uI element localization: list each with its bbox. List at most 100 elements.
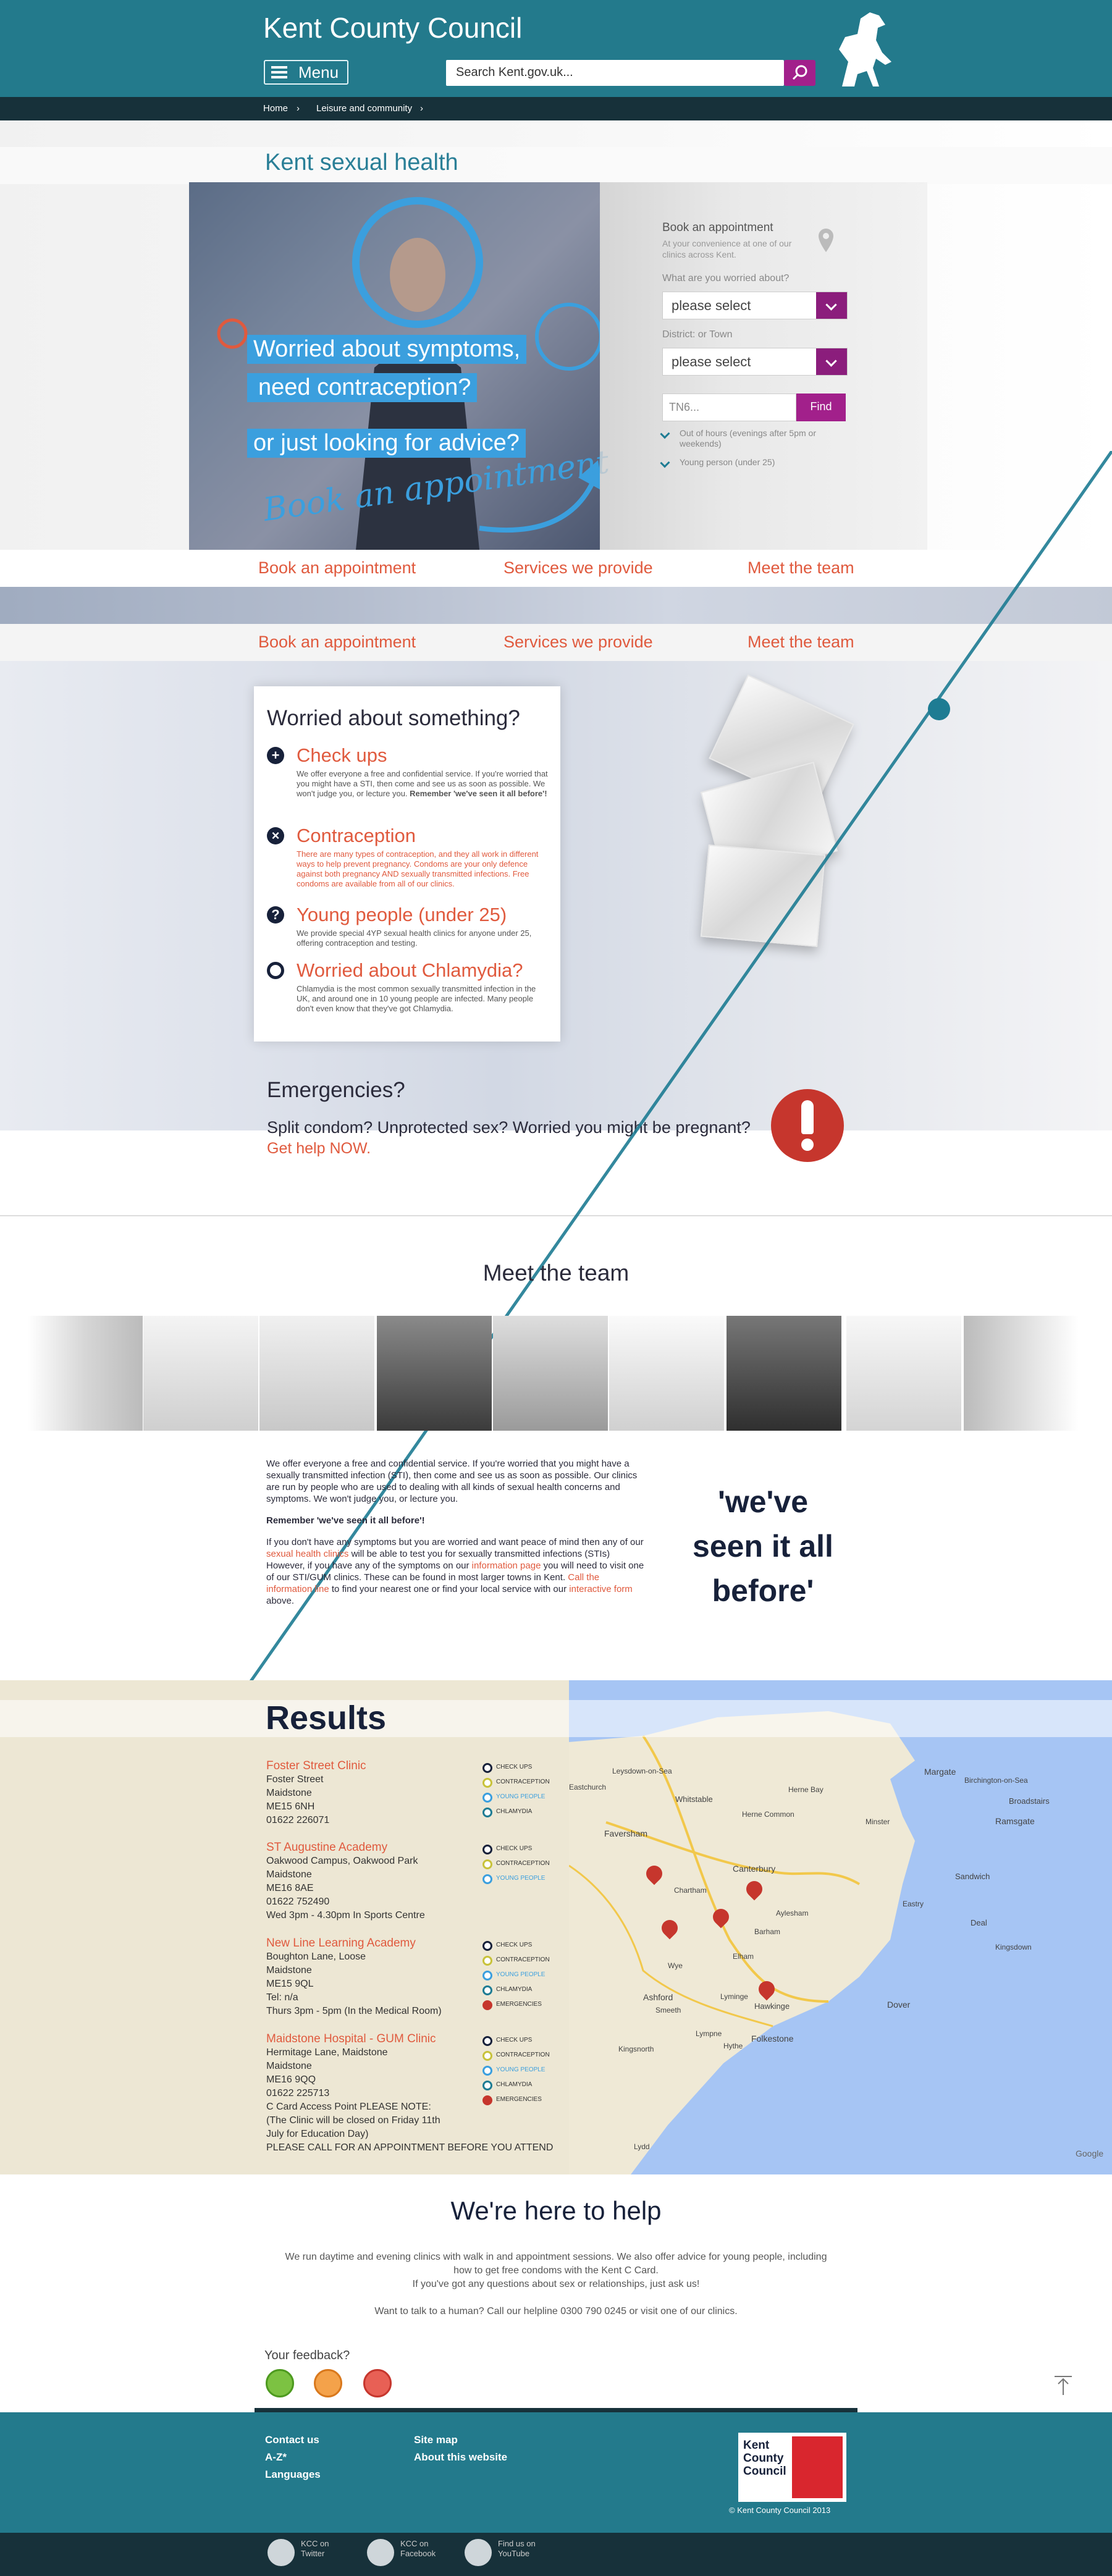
team-member-photo[interactable] xyxy=(143,1316,258,1431)
booking-subtitle: At your convenience at one of our clinic… xyxy=(662,238,792,259)
map-label: Canterbury xyxy=(733,1864,776,1874)
help-text: how to get free condoms with the Kent C … xyxy=(453,2265,659,2276)
hero-band xyxy=(0,147,1112,184)
map-label: Kingsdown xyxy=(995,1943,1032,1951)
clinic-name[interactable]: New Line Learning Academy xyxy=(266,1937,489,1950)
service-tag: CHECK UPS xyxy=(482,2035,557,2050)
footer-link-a-z[interactable]: A-Z* xyxy=(265,2451,287,2464)
facebook-icon xyxy=(367,2539,394,2566)
service-tag: CONTRACEPTION xyxy=(482,1777,557,1791)
clinic-result[interactable]: Foster Street Clinic Foster Street Maids… xyxy=(266,1759,489,1827)
clinic-phone: 01622 752490 xyxy=(266,1896,330,1907)
clinic-result[interactable]: Maidstone Hospital - GUM Clinic Hermitag… xyxy=(266,2032,553,2155)
clinic-phone: 01622 225713 xyxy=(266,2088,330,2098)
team-member-photo[interactable] xyxy=(846,1316,961,1431)
youtube-link[interactable]: Find us on YouTube xyxy=(465,2539,536,2566)
chevron-right-icon: › xyxy=(297,103,300,114)
clinic-name[interactable]: Maidstone Hospital - GUM Clinic xyxy=(266,2032,489,2046)
footer-link-languages[interactable]: Languages xyxy=(265,2469,321,2481)
clinic-name[interactable]: ST Augustine Academy xyxy=(266,1841,489,1854)
chevron-down-icon xyxy=(816,292,847,319)
search-icon xyxy=(792,65,807,80)
footer-link-about[interactable]: About this website xyxy=(414,2451,507,2464)
clinic-result[interactable]: ST Augustine Academy Oakwood Campus, Oak… xyxy=(266,1841,489,1922)
clinic-address-line: Maidstone xyxy=(266,2061,312,2071)
service-tag: CONTRACEPTION xyxy=(482,1955,557,1969)
clinic-note: July for Education Day) xyxy=(266,2129,369,2139)
clinic-name[interactable]: Foster Street Clinic xyxy=(266,1759,489,1773)
map-label: Elham xyxy=(733,1952,754,1961)
out-of-hours-checkbox[interactable]: Out of hours (evenings after 5pm or week… xyxy=(660,428,846,449)
happy-face-icon[interactable] xyxy=(266,2369,294,2397)
team-paragraph-1: We offer everyone a free and confidentia… xyxy=(266,1458,638,1504)
worried-select-value: please select xyxy=(672,298,751,313)
footer-link-sitemap[interactable]: Site map xyxy=(414,2434,458,2446)
map-label: Kingsnorth xyxy=(618,2045,654,2053)
interactive-form-link[interactable]: interactive form xyxy=(569,1584,633,1594)
map-label: Margate xyxy=(924,1767,956,1777)
find-button[interactable]: Find xyxy=(796,394,846,421)
team-member-photo[interactable] xyxy=(28,1316,143,1431)
service-tag: EMERGENCIES xyxy=(482,1999,557,2014)
map-label: Minster xyxy=(866,1817,890,1826)
clinic-service-tags: CHECK UPS CONTRACEPTION YOUNG PEOPLE xyxy=(482,1843,557,1888)
clinic-hours: Wed 3pm - 4.30pm In Sports Centre xyxy=(266,1910,425,1921)
worried-select[interactable]: please select xyxy=(662,292,848,319)
team-member-photo[interactable] xyxy=(727,1316,841,1431)
search-button[interactable] xyxy=(784,60,815,86)
map-label: Smeeth xyxy=(655,2006,681,2014)
map-label: Faversham xyxy=(604,1829,648,1838)
map-label: Ramsgate xyxy=(995,1816,1035,1826)
map-label: Deal xyxy=(971,1918,987,1927)
copyright: © Kent County Council 2013 xyxy=(729,2506,831,2515)
team-member-photo[interactable] xyxy=(609,1316,724,1431)
sad-face-icon[interactable] xyxy=(363,2369,392,2397)
district-select[interactable]: please select xyxy=(662,348,848,376)
results-map[interactable]: Margate Herne Bay Whitstable Birchington… xyxy=(568,1680,1112,2174)
facebook-link[interactable]: KCC on Facebook xyxy=(367,2539,436,2566)
footer-link-contact[interactable]: Contact us xyxy=(265,2434,319,2446)
team-paragraph-3: If you don't have any symptoms but you a… xyxy=(266,1537,644,1606)
map-label: Leysdown-on-Sea xyxy=(612,1767,672,1775)
map-label: Hawkinge xyxy=(754,2001,790,2011)
back-to-top-icon[interactable] xyxy=(1052,2374,1074,2396)
help-text: We run daytime and evening clinics with … xyxy=(285,2252,827,2262)
menu-button[interactable]: Menu xyxy=(264,60,348,85)
team-member-photo[interactable] xyxy=(964,1316,1079,1431)
clinic-result[interactable]: New Line Learning Academy Boughton Lane,… xyxy=(266,1937,489,2018)
postcode-input[interactable]: TN6... xyxy=(662,394,796,421)
team-member-photo[interactable] xyxy=(493,1316,608,1431)
breadcrumb-leisure[interactable]: Leisure and community xyxy=(316,103,412,114)
sexual-health-clinics-link[interactable]: sexual health clinics xyxy=(266,1549,348,1559)
worried-label: What are you worried about? xyxy=(662,273,790,284)
clinic-service-tags: CHECK UPS CONTRACEPTION YOUNG PEOPLE CHL… xyxy=(482,1762,557,1821)
map-label: Folkestone xyxy=(751,2034,794,2044)
kent-horse-logo[interactable] xyxy=(823,6,898,95)
twitter-link[interactable]: KCC on Twitter xyxy=(267,2539,329,2566)
breadcrumb-home[interactable]: Home xyxy=(263,103,288,114)
map-label: Wye xyxy=(668,1961,683,1970)
neutral-face-icon[interactable] xyxy=(314,2369,342,2397)
chevron-down-icon xyxy=(816,348,847,375)
site-brand[interactable]: Kent County Council xyxy=(263,11,522,44)
hamburger-icon xyxy=(271,66,287,78)
search-input[interactable]: Search Kent.gov.uk... xyxy=(446,60,784,86)
district-label: District: or Town xyxy=(662,329,733,340)
service-tag: EMERGENCIES xyxy=(482,2094,557,2109)
map-label: Eastry xyxy=(903,1900,924,1908)
page-title: Kent sexual health xyxy=(265,149,458,175)
map-label: Herne Common xyxy=(742,1810,794,1819)
helpline-text: Want to talk to a human? Call our helpli… xyxy=(374,2306,738,2317)
team-member-photo[interactable] xyxy=(377,1316,492,1431)
breadcrumb: Home › Leisure and community › xyxy=(0,97,1112,120)
results-header-band xyxy=(0,1700,1112,1737)
information-page-link[interactable]: information page xyxy=(472,1560,541,1571)
feedback-title: Your feedback? xyxy=(264,2349,350,2362)
clinic-address-line: ME16 8AE xyxy=(266,1883,314,1893)
clinic-address-line: Maidstone xyxy=(266,1869,312,1880)
results-title: Results xyxy=(266,1699,387,1736)
map-attribution: Google xyxy=(1076,2149,1104,2158)
kcc-logo[interactable]: Kent County Council xyxy=(738,2433,846,2502)
team-quote: 'we've seen it all before' xyxy=(693,1484,833,1608)
team-member-photo[interactable] xyxy=(259,1316,374,1431)
